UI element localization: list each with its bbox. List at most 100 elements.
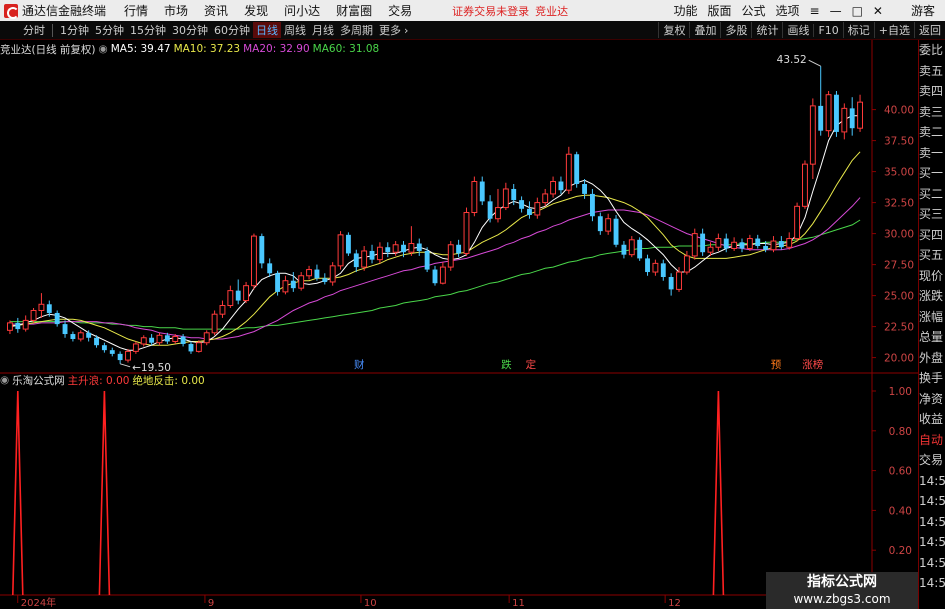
period-15min[interactable]: 15分钟 (127, 22, 169, 38)
period-60min[interactable]: 60分钟 (211, 22, 253, 38)
candle-body (683, 255, 690, 273)
menu-market[interactable]: 市场 (164, 2, 188, 19)
candle-body (825, 94, 832, 132)
candle-body (818, 105, 824, 131)
settings-icon[interactable]: ◉ (99, 43, 108, 55)
menu-wealth[interactable]: 财富圈 (336, 2, 372, 19)
side-item: 买五 (919, 248, 944, 262)
price-axis-label: 35.00 (884, 167, 914, 179)
menu-layout[interactable]: 版面 (707, 2, 731, 19)
close-icon[interactable]: ✕ (873, 4, 883, 18)
candle-body (54, 312, 60, 325)
ma-legend: 竞业达(日线 前复权) ◉ MA5: 39.47 MA10: 37.23 MA2… (0, 42, 382, 56)
period-more[interactable]: 更多 (376, 22, 404, 38)
event-marker: 涨榜 (802, 358, 823, 371)
signal-spike (98, 390, 111, 596)
menu-discover[interactable]: 发现 (244, 2, 268, 19)
candle-body (652, 262, 659, 273)
date-axis-label: 11 (512, 598, 525, 609)
period-30min[interactable]: 30分钟 (169, 22, 211, 38)
candle-body (715, 238, 722, 248)
candle-body (94, 337, 99, 346)
draw-button[interactable]: 画线 (782, 22, 813, 38)
candle-body (668, 277, 674, 290)
candle-body (589, 193, 595, 217)
ma10-value: MA10: 37.23 (173, 43, 241, 55)
candle-body (802, 163, 808, 207)
menu-function[interactable]: 功能 (673, 2, 697, 19)
candle-body (392, 244, 399, 253)
candle-body (219, 305, 226, 315)
date-axis-label: 9 (208, 598, 214, 609)
side-item: 收益 (919, 412, 944, 426)
app-title: 通达信金融终端 (22, 4, 107, 18)
chart-area[interactable]: 43.52←19.50 财跌定预涨榜 40.0037.5035.0032.503… (0, 40, 918, 609)
tick-time: 14:56 (919, 576, 945, 590)
candle-body (188, 343, 194, 352)
mark-button[interactable]: 标记 (842, 22, 874, 38)
menu-trade[interactable]: 交易 (388, 2, 412, 19)
guest-label[interactable]: 游客 (911, 2, 935, 19)
login-notice[interactable]: 证券交易未登录 (452, 3, 529, 19)
toolbar-divider (52, 23, 53, 37)
minimize-icon[interactable]: — (830, 4, 842, 18)
f10-button[interactable]: F10 (813, 23, 842, 37)
candle-body (101, 345, 107, 351)
moving-average-lines (9, 115, 861, 351)
ma60-value: MA60: 31.08 (312, 43, 380, 55)
candle-body (432, 269, 438, 284)
indicator-settings-icon[interactable]: ◉ (0, 374, 9, 386)
auto-trade-toggle[interactable]: 自动 (919, 430, 945, 451)
side-item: 涨幅 (919, 309, 944, 324)
chevron-right-icon[interactable]: › (404, 24, 408, 37)
menu-quotes[interactable]: 行情 (124, 2, 148, 19)
stats-button[interactable]: 统计 (751, 22, 782, 38)
period-multi[interactable]: 多周期 (337, 22, 376, 38)
menu-formula[interactable]: 公式 (741, 2, 765, 19)
candle-body (369, 250, 375, 260)
candle-body (834, 94, 839, 132)
candle-body (203, 332, 210, 344)
period-timeshare[interactable]: 分时 (20, 22, 48, 38)
add-watchlist-button[interactable]: +自选 (873, 22, 914, 38)
candle-body (22, 319, 29, 330)
period-weekly[interactable]: 周线 (281, 22, 309, 38)
candle-body (235, 290, 241, 301)
menu-options[interactable]: 选项 (776, 2, 800, 19)
candle-body (637, 239, 643, 259)
candle-body (471, 181, 478, 214)
tick-time: 14:56 (919, 494, 945, 508)
candle-body (322, 278, 328, 282)
menu-news[interactable]: 资讯 (204, 2, 228, 19)
watermark-title: 指标公式网 (807, 574, 877, 590)
watermark-url: www.zbgs3.com (793, 592, 891, 606)
candle-body (487, 201, 493, 219)
candlestick-series (6, 66, 864, 364)
indicator-axis-label: 1.00 (889, 386, 912, 398)
overlay-button[interactable]: 叠加 (689, 22, 720, 38)
period-daily[interactable]: 日线 (253, 22, 281, 38)
indicator-name[interactable]: 乐淘公式网 (12, 373, 65, 388)
candle-body (329, 265, 336, 283)
side-item: 买三 (919, 207, 944, 221)
period-monthly[interactable]: 月线 (309, 22, 337, 38)
ma20-value: MA20: 32.90 (243, 43, 310, 55)
adjust-button[interactable]: 复权 (658, 22, 689, 38)
candle-body (117, 353, 123, 361)
candle-body (700, 233, 706, 253)
candle-body (597, 216, 603, 232)
candle-body (605, 218, 612, 232)
stock-header[interactable]: 竞业达(日线 前复权) (0, 42, 96, 57)
candle-body (731, 241, 738, 249)
maximize-icon[interactable]: □ (852, 4, 863, 18)
menu-ask[interactable]: 问小达 (284, 2, 320, 19)
candle-body (275, 273, 281, 292)
period-1min[interactable]: 1分钟 (57, 22, 92, 38)
side-item: 涨跌 (919, 289, 944, 303)
back-button[interactable]: 返回 (914, 22, 945, 38)
menu-icon[interactable]: ≡ (810, 4, 820, 18)
counter-attack-value: 绝地反击: 0.00 (132, 374, 205, 387)
high-price-label: 43.52 (777, 54, 807, 66)
multi-stock-button[interactable]: 多股 (720, 22, 751, 38)
period-5min[interactable]: 5分钟 (92, 22, 127, 38)
